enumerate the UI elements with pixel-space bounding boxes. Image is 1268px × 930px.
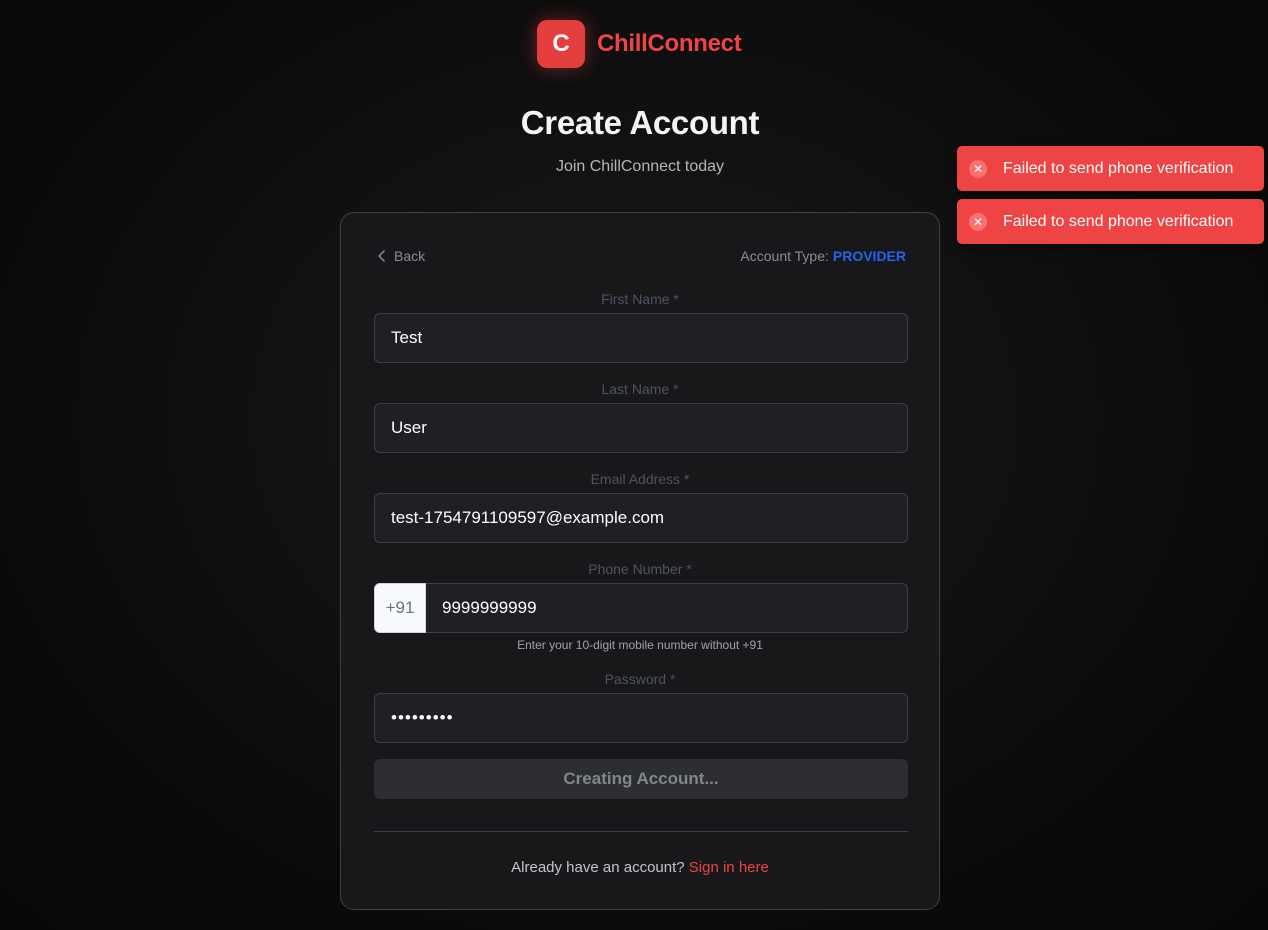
page-title: Create Account <box>520 104 760 141</box>
toast-message: Failed to send phone verification <box>1003 159 1234 177</box>
card-top-row: Back Account Type: PROVIDER <box>374 246 906 266</box>
chevron-left-icon <box>378 250 385 262</box>
brand-name: ChillConnect <box>597 30 742 57</box>
logo-icon: C <box>537 20 585 68</box>
divider <box>374 831 908 832</box>
account-type: Account Type: PROVIDER <box>740 248 906 264</box>
error-x-icon: ✕ <box>969 212 987 231</box>
phone-input[interactable]: 9999999999 <box>426 583 908 633</box>
back-button[interactable]: Back <box>374 248 425 264</box>
create-account-button[interactable]: Creating Account... <box>374 759 908 799</box>
password-label: Password * <box>604 671 676 687</box>
last-name-input[interactable]: User <box>374 403 908 453</box>
phone-label: Phone Number * <box>588 561 692 577</box>
last-name-label: Last Name * <box>601 381 679 397</box>
account-type-value: PROVIDER <box>832 248 906 264</box>
toast-message: Failed to send phone verification <box>1003 212 1234 230</box>
signup-card: Back Account Type: PROVIDER First Name * … <box>340 212 940 910</box>
password-input[interactable]: ••••••••• <box>374 693 908 743</box>
email-input[interactable]: test-1754791109597@example.com <box>374 493 908 543</box>
first-name-label: First Name * <box>601 291 679 307</box>
error-toast[interactable]: ✕ Failed to send phone verification <box>957 146 1264 191</box>
email-label: Email Address * <box>590 471 690 487</box>
account-type-label: Account Type: <box>740 248 829 264</box>
first-name-input[interactable]: Test <box>374 313 908 363</box>
brand-header: C ChillConnect <box>537 20 742 68</box>
error-x-icon: ✕ <box>969 159 987 178</box>
signin-prompt-text: Already have an account? <box>511 859 685 876</box>
signin-prompt: Already have an account? Sign in here <box>374 859 906 876</box>
back-label: Back <box>394 248 426 264</box>
phone-field: +91 9999999999 <box>374 583 908 633</box>
error-toast[interactable]: ✕ Failed to send phone verification <box>957 199 1264 244</box>
signin-link[interactable]: Sign in here <box>689 859 769 876</box>
phone-country-prefix: +91 <box>374 583 426 633</box>
phone-hint: Enter your 10-digit mobile number withou… <box>517 638 763 652</box>
